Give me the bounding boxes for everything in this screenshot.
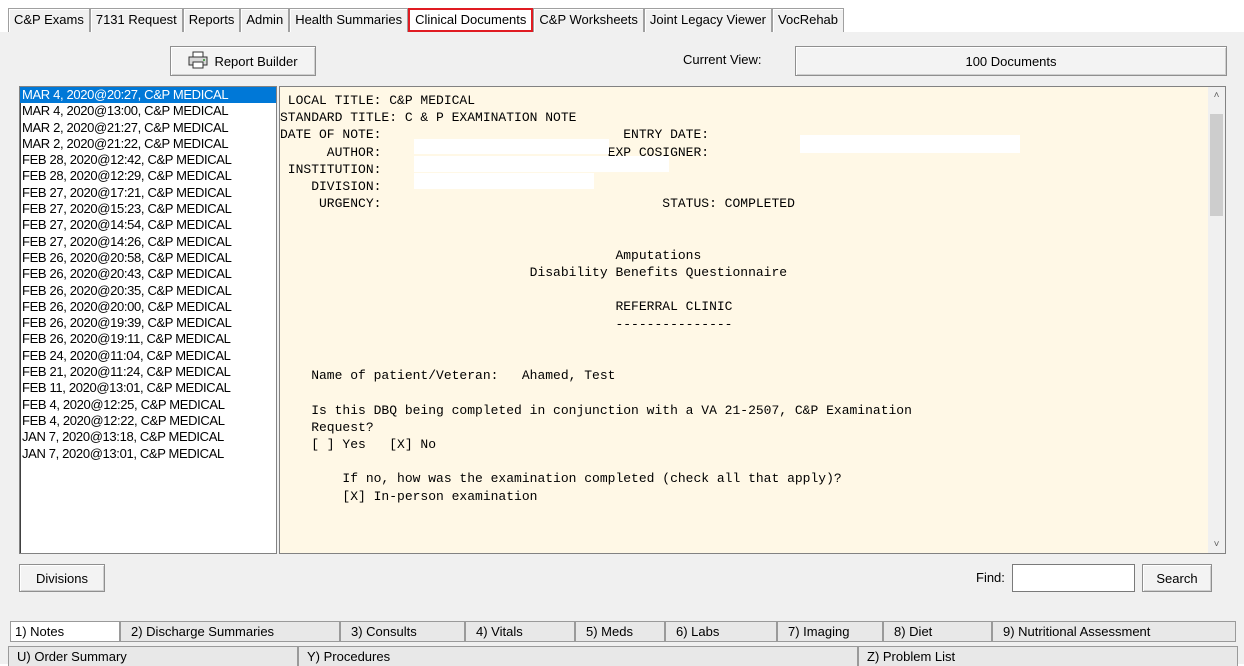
tab-c-p-exams[interactable]: C&P Exams <box>8 8 90 32</box>
tab-2-discharge-summaries[interactable]: 2) Discharge Summaries <box>120 621 340 642</box>
chevron-down-icon[interactable]: ˅ <box>1208 536 1225 553</box>
tab-9-nutritional-assessment[interactable]: 9) Nutritional Assessment <box>992 621 1236 642</box>
find-label: Find: <box>976 570 1005 585</box>
printer-icon <box>188 51 208 72</box>
tab-7-imaging[interactable]: 7) Imaging <box>777 621 883 642</box>
document-list-item[interactable]: JAN 7, 2020@13:01, C&P MEDICAL <box>20 446 276 462</box>
document-list-item[interactable]: FEB 26, 2020@19:11, C&P MEDICAL <box>20 331 276 347</box>
document-list-item[interactable]: FEB 28, 2020@12:42, C&P MEDICAL <box>20 152 276 168</box>
redacted-entry-date <box>800 135 1020 153</box>
divisions-button[interactable]: Divisions <box>19 564 105 592</box>
tab-joint-legacy-viewer[interactable]: Joint Legacy Viewer <box>643 8 773 32</box>
divisions-label: Divisions <box>35 570 88 586</box>
top-tab-strip: C&P Exams 7131 Request Reports Admin Health … <box>8 8 845 32</box>
document-list-item[interactable]: FEB 4, 2020@12:25, C&P MEDICAL <box>20 397 276 413</box>
document-list[interactable]: MAR 4, 2020@20:27, C&P MEDICAL MAR 4, 202… <box>19 86 277 554</box>
report-builder-label: Report Builder <box>214 53 298 69</box>
tab-u-order-summary[interactable]: U) Order Summary <box>8 646 298 666</box>
document-list-item[interactable]: MAR 2, 2020@21:27, C&P MEDICAL <box>20 120 276 136</box>
document-list-item[interactable]: FEB 26, 2020@20:58, C&P MEDICAL <box>20 250 276 266</box>
document-list-item[interactable]: FEB 26, 2020@20:00, C&P MEDICAL <box>20 299 276 315</box>
note-scrollbar[interactable]: ˄ ˅ <box>1208 87 1225 553</box>
tab-health-summaries[interactable]: Health Summaries <box>289 8 409 32</box>
tab-8-diet[interactable]: 8) Diet <box>883 621 992 642</box>
bottom-tab-strip: 1) Notes 2) Discharge Summaries 3) Consult… <box>10 621 1236 642</box>
tab-3-consults[interactable]: 3) Consults <box>340 621 465 642</box>
redacted-institution <box>414 173 594 189</box>
current-view-value[interactable]: 100 Documents <box>795 46 1227 76</box>
document-list-item[interactable]: FEB 27, 2020@17:21, C&P MEDICAL <box>20 185 276 201</box>
document-list-item[interactable]: FEB 26, 2020@20:35, C&P MEDICAL <box>20 283 276 299</box>
tab-y-procedures[interactable]: Y) Procedures <box>298 646 858 666</box>
document-list-item[interactable]: FEB 27, 2020@14:54, C&P MEDICAL <box>20 217 276 233</box>
tab-clinical-documents[interactable]: Clinical Documents <box>408 8 534 32</box>
report-builder-button[interactable]: Report Builder <box>170 46 316 76</box>
search-button[interactable]: Search <box>1142 564 1212 592</box>
scrollbar-thumb[interactable] <box>1210 114 1223 216</box>
chevron-up-icon[interactable]: ˄ <box>1208 87 1225 104</box>
document-list-item[interactable]: FEB 21, 2020@11:24, C&P MEDICAL <box>20 364 276 380</box>
tab-6-labs[interactable]: 6) Labs <box>665 621 777 642</box>
tab-5-meds[interactable]: 5) Meds <box>575 621 665 642</box>
document-list-item[interactable]: JAN 7, 2020@13:18, C&P MEDICAL <box>20 429 276 445</box>
document-list-item[interactable]: MAR 4, 2020@13:00, C&P MEDICAL <box>20 103 276 119</box>
document-list-item[interactable]: FEB 26, 2020@20:43, C&P MEDICAL <box>20 266 276 282</box>
document-list-item[interactable]: MAR 2, 2020@21:22, C&P MEDICAL <box>20 136 276 152</box>
bottom-tab-strip-secondary: U) Order Summary Y) Procedures Z) Problem … <box>8 646 1238 666</box>
document-list-item[interactable]: FEB 26, 2020@19:39, C&P MEDICAL <box>20 315 276 331</box>
redacted-date-of-note <box>414 139 609 154</box>
tab-admin[interactable]: Admin <box>240 8 290 32</box>
tab-reports[interactable]: Reports <box>182 8 241 32</box>
tab-4-vitals[interactable]: 4) Vitals <box>465 621 575 642</box>
tab-z-problem-list[interactable]: Z) Problem List <box>858 646 1238 666</box>
redacted-author <box>414 156 669 172</box>
tab-vocrehab[interactable]: VocRehab <box>772 8 845 32</box>
tab-1-notes[interactable]: 1) Notes <box>10 621 120 642</box>
document-list-item[interactable]: FEB 4, 2020@12:22, C&P MEDICAL <box>20 413 276 429</box>
note-viewer[interactable]: LOCAL TITLE: C&P MEDICAL STANDARD TITLE:… <box>279 86 1226 554</box>
tab-c-p-worksheets[interactable]: C&P Worksheets <box>533 8 644 32</box>
document-list-item[interactable]: FEB 28, 2020@12:29, C&P MEDICAL <box>20 168 276 184</box>
document-list-item[interactable]: FEB 24, 2020@11:04, C&P MEDICAL <box>20 348 276 364</box>
document-list-item[interactable]: MAR 4, 2020@20:27, C&P MEDICAL <box>20 87 276 104</box>
document-list-item[interactable]: FEB 11, 2020@13:01, C&P MEDICAL <box>20 380 276 396</box>
document-list-item[interactable]: FEB 27, 2020@14:26, C&P MEDICAL <box>20 234 276 250</box>
current-view-label: Current View: <box>683 52 762 67</box>
tab-7131-request[interactable]: 7131 Request <box>89 8 183 32</box>
find-input[interactable] <box>1012 564 1135 592</box>
document-list-item[interactable]: FEB 27, 2020@15:23, C&P MEDICAL <box>20 201 276 217</box>
